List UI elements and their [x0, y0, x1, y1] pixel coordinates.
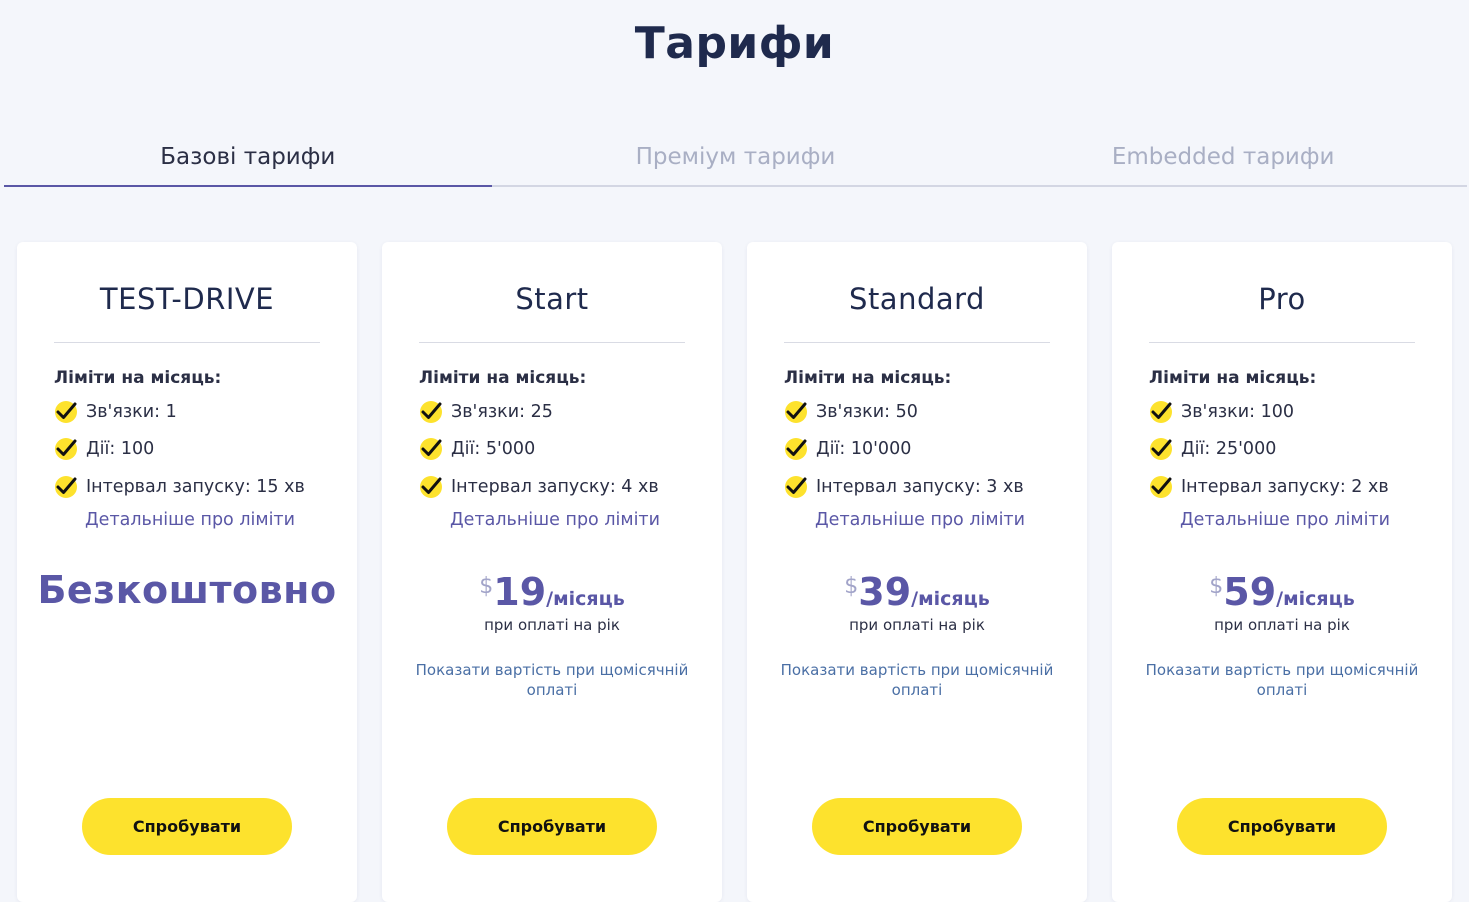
limits-details-link[interactable]: Детальніше про ліміти: [85, 510, 344, 530]
price-period: /місяць: [546, 588, 625, 610]
plan-name: Start: [515, 282, 589, 316]
check-icon: [1150, 475, 1172, 498]
price-amount: 59: [1223, 570, 1277, 614]
tab-basic[interactable]: Базові тарифи: [4, 140, 492, 187]
price-currency: $: [479, 574, 494, 599]
limit-item: Зв'язки: 50: [784, 399, 1074, 424]
plan-tabs: Базові тарифи Преміум тарифи Embedded та…: [4, 140, 1467, 187]
check-icon: [785, 475, 807, 498]
limit-text: Дії: 25'000: [1181, 439, 1277, 459]
price-note: при оплаті на рік: [849, 616, 985, 634]
price-amount: 39: [858, 570, 912, 614]
price: $39/місяць: [747, 570, 1087, 614]
limit-item: Інтервал запуску: 4 хв: [419, 474, 709, 499]
limit-item: Дії: 10'000: [784, 437, 1074, 462]
try-button[interactable]: Спробувати: [1177, 798, 1387, 855]
price: $19/місяць: [382, 570, 722, 614]
plan-card-test-drive: TEST-DRIVE Ліміти на місяць: Зв'язки: 1 …: [17, 242, 357, 902]
plan-card-standard: Standard Ліміти на місяць: Зв'язки: 50 Д…: [747, 242, 1087, 902]
check-icon: [55, 400, 77, 423]
check-icon: [420, 400, 442, 423]
limits-details-link[interactable]: Детальніше про ліміти: [450, 510, 709, 530]
limit-text: Зв'язки: 25: [451, 401, 553, 422]
limit-text: Інтервал запуску: 2 хв: [1181, 476, 1389, 497]
plan-name: Standard: [849, 282, 985, 316]
check-icon: [1150, 438, 1172, 460]
limit-item: Дії: 100: [54, 437, 344, 462]
limits-list: Ліміти на місяць: Зв'язки: 50 Дії: 10'00…: [784, 368, 1074, 530]
price: $59/місяць: [1112, 570, 1452, 614]
monthly-price-link[interactable]: Показати вартість при щомісячній оплаті: [767, 660, 1067, 700]
tab-premium[interactable]: Преміум тарифи: [492, 140, 980, 185]
divider: [784, 342, 1050, 343]
limit-text: Інтервал запуску: 4 хв: [451, 476, 659, 497]
limits-details-link[interactable]: Детальніше про ліміти: [1180, 510, 1439, 530]
price-period: /місяць: [911, 588, 990, 610]
check-icon: [420, 475, 442, 498]
limit-item: Інтервал запуску: 15 хв: [54, 474, 344, 499]
limits-title: Ліміти на місяць:: [1149, 368, 1317, 388]
limit-item: Зв'язки: 25: [419, 399, 709, 424]
limits-list: Ліміти на місяць: Зв'язки: 100 Дії: 25'0…: [1149, 368, 1439, 530]
price-currency: $: [844, 574, 859, 599]
divider: [54, 342, 320, 343]
tab-embedded[interactable]: Embedded тарифи: [979, 140, 1467, 185]
check-icon: [785, 400, 807, 423]
limit-item: Дії: 25'000: [1149, 437, 1439, 462]
try-button[interactable]: Спробувати: [812, 798, 1022, 855]
limit-item: Зв'язки: 100: [1149, 399, 1439, 424]
plan-name: TEST-DRIVE: [99, 282, 275, 316]
price-amount: 19: [493, 570, 547, 614]
price-currency: $: [1209, 574, 1224, 599]
check-icon: [55, 438, 77, 460]
divider: [1149, 342, 1415, 343]
plan-card-start: Start Ліміти на місяць: Зв'язки: 25 Дії:…: [382, 242, 722, 902]
check-icon: [55, 475, 77, 498]
limit-text: Зв'язки: 50: [816, 401, 918, 422]
limits-list: Ліміти на місяць: Зв'язки: 25 Дії: 5'000…: [419, 368, 709, 530]
limits-title: Ліміти на місяць:: [54, 368, 222, 388]
check-icon: [420, 438, 442, 460]
limit-item: Інтервал запуску: 3 хв: [784, 474, 1074, 499]
monthly-price-link[interactable]: Показати вартість при щомісячній оплаті: [402, 660, 702, 700]
limit-text: Дії: 5'000: [451, 439, 536, 459]
limit-text: Дії: 100: [86, 439, 155, 459]
free-label: Безкоштовно: [37, 568, 337, 612]
limit-item: Зв'язки: 1: [54, 399, 344, 424]
try-button[interactable]: Спробувати: [447, 798, 657, 855]
limit-text: Інтервал запуску: 3 хв: [816, 476, 1024, 497]
monthly-price-link[interactable]: Показати вартість при щомісячній оплаті: [1132, 660, 1432, 700]
limits-title: Ліміти на місяць:: [419, 368, 587, 388]
limit-item: Дії: 5'000: [419, 437, 709, 462]
limits-list: Ліміти на місяць: Зв'язки: 1 Дії: 100 Ін…: [54, 368, 344, 530]
check-icon: [1150, 400, 1172, 423]
limit-item: Інтервал запуску: 2 хв: [1149, 474, 1439, 499]
limit-text: Зв'язки: 100: [1181, 401, 1294, 422]
limits-title: Ліміти на місяць:: [784, 368, 952, 388]
divider: [419, 342, 685, 343]
check-icon: [785, 438, 807, 460]
limits-details-link[interactable]: Детальніше про ліміти: [815, 510, 1074, 530]
plan-card-pro: Pro Ліміти на місяць: Зв'язки: 100 Дії: …: [1112, 242, 1452, 902]
try-button[interactable]: Спробувати: [82, 798, 292, 855]
limit-text: Дії: 10'000: [816, 439, 912, 459]
price-note: при оплаті на рік: [484, 616, 620, 634]
page-title: Тарифи: [634, 18, 835, 69]
price-note: при оплаті на рік: [1214, 616, 1350, 634]
limit-text: Зв'язки: 1: [86, 401, 177, 422]
price-period: /місяць: [1276, 588, 1355, 610]
limit-text: Інтервал запуску: 15 хв: [86, 476, 305, 497]
plan-cards: TEST-DRIVE Ліміти на місяць: Зв'язки: 1 …: [17, 242, 1455, 902]
plan-name: Pro: [1258, 282, 1306, 316]
